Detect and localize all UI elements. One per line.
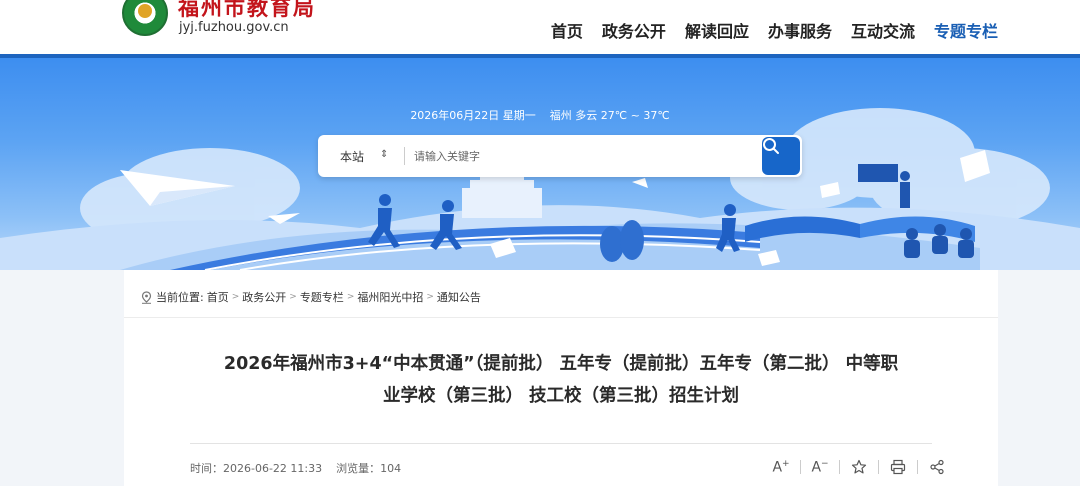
print-button[interactable] <box>879 458 917 476</box>
favorite-button[interactable] <box>840 458 878 476</box>
search-bar: 本站 ⇕ <box>318 135 802 177</box>
search-scope-select[interactable]: 本站 <box>340 148 364 165</box>
share-icon <box>930 459 944 475</box>
site-domain: jyj.fuzhou.gov.cn <box>179 20 289 35</box>
article-title: 2026年福州市3+4“中本贯通”（提前批） 五年专（提前批）五年专（第二批） … <box>184 348 938 412</box>
star-icon <box>851 459 867 474</box>
chevron-right-icon: > <box>426 292 434 302</box>
nav-interpretation[interactable]: 解读回应 <box>685 18 749 42</box>
updown-arrow-icon[interactable]: ⇕ <box>380 148 388 162</box>
breadcrumb-sunshine-enrollment[interactable]: 福州阳光中招 <box>357 289 423 305</box>
article-title-line2: 业学校（第三批） 技工校（第三批）招生计划 <box>382 386 740 406</box>
printer-icon <box>890 459 906 475</box>
bureau-logo[interactable] <box>122 0 168 36</box>
breadcrumb: 当前位置: 首页 > 政务公开 > 专题专栏 > 福州阳光中招 > 通知公告 <box>140 289 481 305</box>
search-button[interactable] <box>762 137 800 175</box>
nav-services[interactable]: 办事服务 <box>768 18 832 42</box>
breadcrumb-divider <box>124 317 998 318</box>
site-name[interactable]: 福州市教育局 <box>178 0 316 22</box>
chevron-right-icon: > <box>289 292 297 302</box>
search-divider <box>404 147 405 165</box>
article-meta: 时间：2026-06-22 11:33 浏览量：104 <box>190 462 402 475</box>
search-input[interactable] <box>414 141 744 171</box>
meta-divider <box>190 443 932 444</box>
breadcrumb-home[interactable]: 首页 <box>207 289 229 305</box>
article-tools: A+ A− <box>762 458 956 476</box>
breadcrumb-gov-info[interactable]: 政务公开 <box>242 289 286 305</box>
location-icon <box>141 290 152 304</box>
breadcrumb-special-topics[interactable]: 专题专栏 <box>300 289 344 305</box>
chevron-right-icon: > <box>231 292 240 302</box>
nav-interaction[interactable]: 互动交流 <box>851 18 915 42</box>
breadcrumb-prefix: 当前位置: <box>156 291 204 304</box>
nav-home[interactable]: 首页 <box>551 18 583 42</box>
article-title-line1: 2026年福州市3+4“中本贯通”（提前批） 五年专（提前批）五年专（第二批） … <box>223 354 899 374</box>
nav-gov-info[interactable]: 政务公开 <box>602 18 666 42</box>
article-card: 当前位置: 首页 > 政务公开 > 专题专栏 > 福州阳光中招 > 通知公告 2… <box>124 270 998 486</box>
font-decrease-button[interactable]: A− <box>801 458 839 476</box>
main-nav: 首页 政务公开 解读回应 办事服务 互动交流 专题专栏 <box>551 18 998 42</box>
font-increase-icon: A+ <box>772 458 790 476</box>
font-increase-button[interactable]: A+ <box>762 458 800 476</box>
share-button[interactable] <box>918 458 956 476</box>
nav-special-topics[interactable]: 专题专栏 <box>934 18 998 42</box>
hero-banner: 2026年06月22日 星期一 福州 多云 27℃ ~ 37℃ 本站 ⇕ <box>0 58 1080 270</box>
date-weather: 2026年06月22日 星期一 福州 多云 27℃ ~ 37℃ <box>410 109 670 122</box>
font-decrease-icon: A− <box>811 458 829 476</box>
search-icon <box>763 138 779 154</box>
site-header: 福州市教育局 jyj.fuzhou.gov.cn 首页 政务公开 解读回应 办事… <box>0 0 1080 54</box>
breadcrumb-notices[interactable]: 通知公告 <box>437 289 481 305</box>
chevron-right-icon: > <box>346 292 355 302</box>
